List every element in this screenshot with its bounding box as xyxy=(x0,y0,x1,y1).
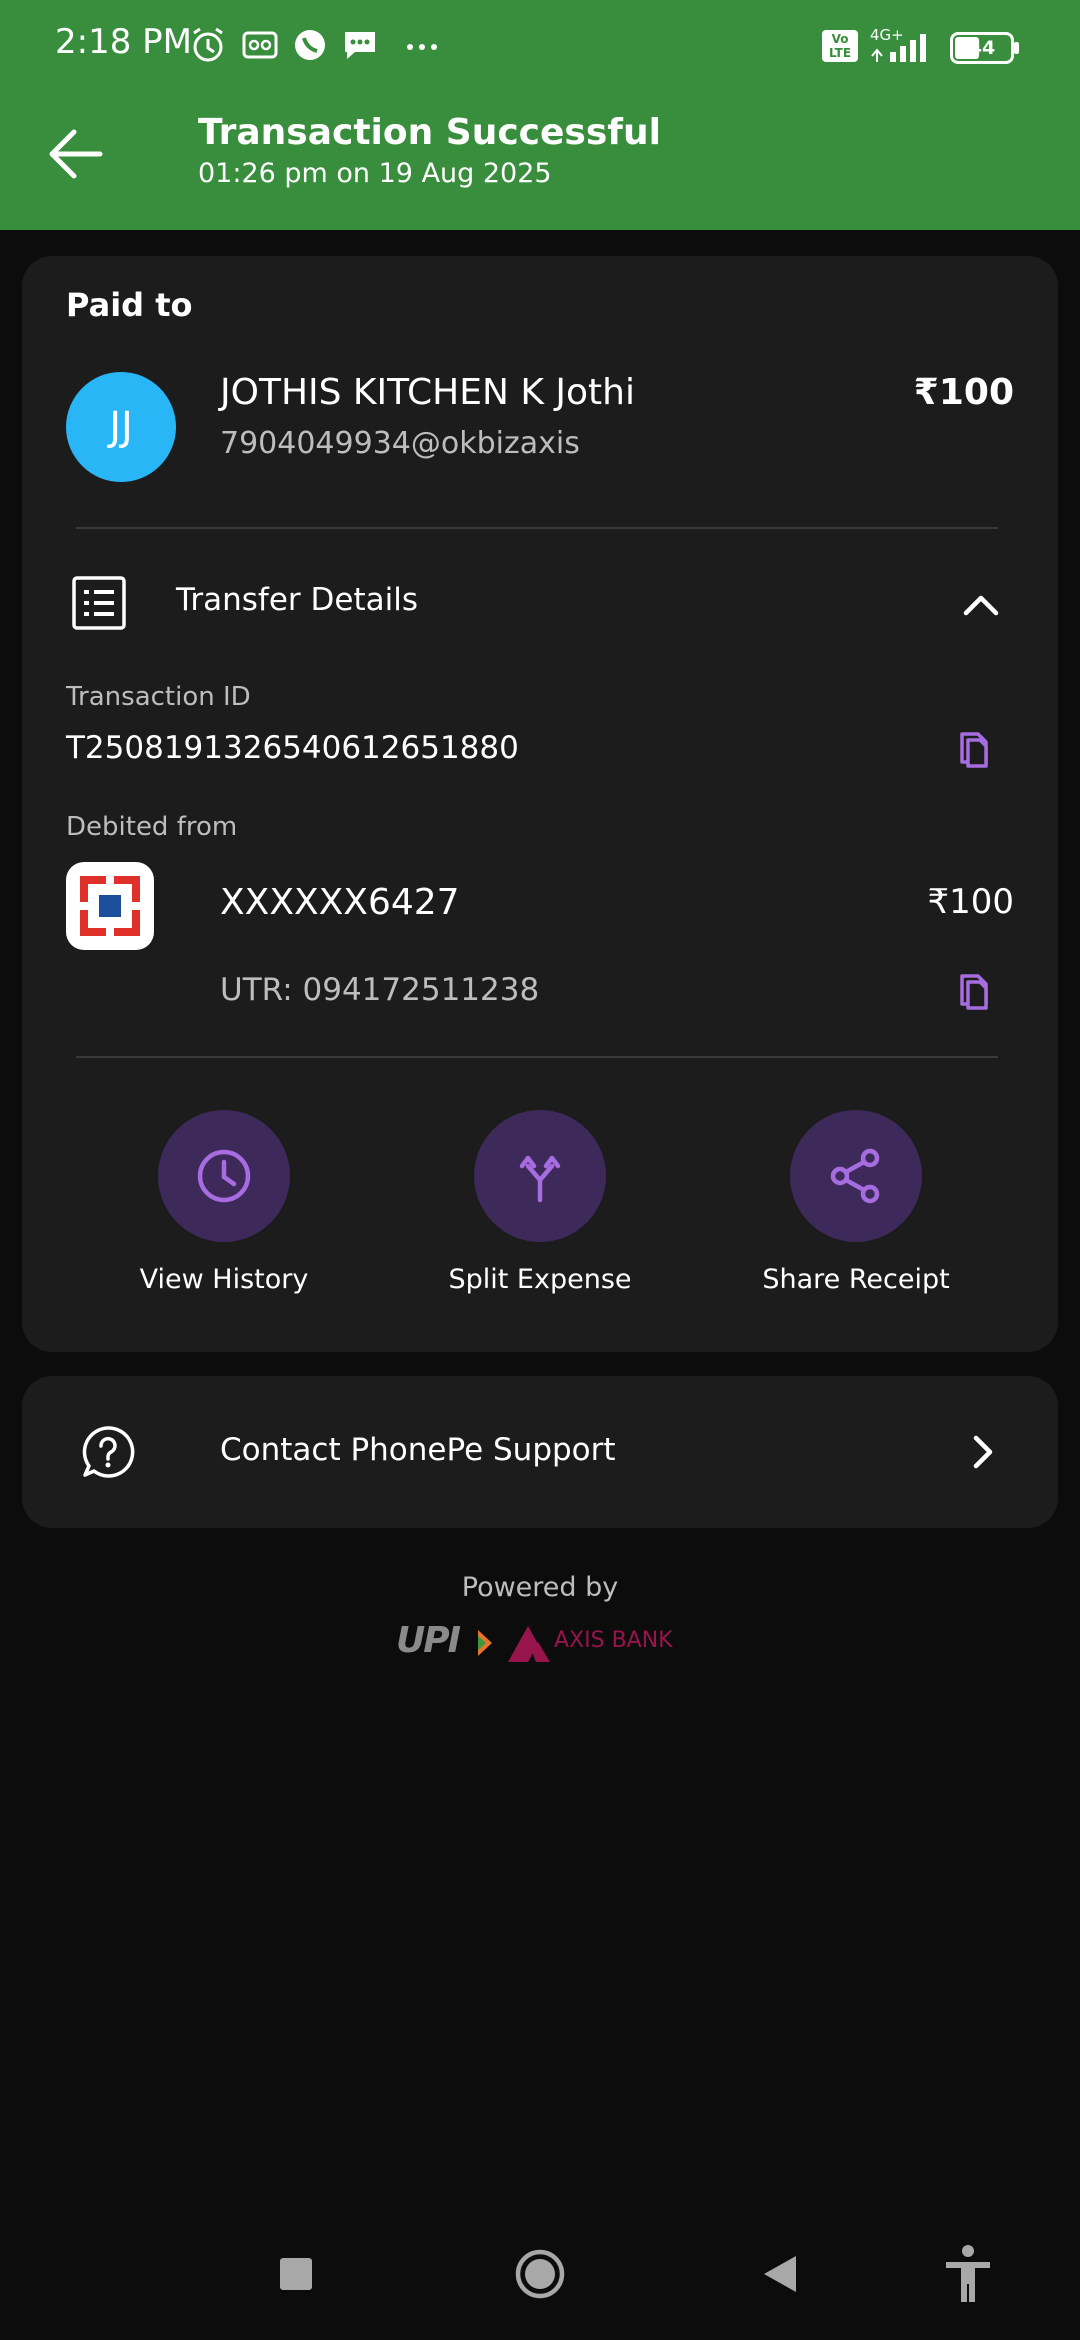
recent-apps-button[interactable] xyxy=(280,2258,312,2290)
payee-upi-id: 7904049934@okbizaxis xyxy=(220,426,580,461)
divider xyxy=(76,527,998,529)
copy-utr-icon[interactable] xyxy=(952,970,996,1014)
axis-bank-logo: AXIS BANK xyxy=(554,1628,673,1653)
transfer-details-title[interactable]: Transfer Details xyxy=(176,582,418,618)
avatar: JJ xyxy=(66,372,176,482)
divider xyxy=(76,1056,998,1058)
accessibility-icon[interactable] xyxy=(942,2244,994,2304)
upi-arrow-icon xyxy=(478,1630,492,1656)
page-title: Transaction Successful xyxy=(198,112,661,153)
powered-by-label: Powered by xyxy=(461,1572,619,1603)
paid-amount: ₹100 xyxy=(913,372,1014,413)
alarm-icon xyxy=(193,27,223,62)
split-icon xyxy=(519,1155,561,1203)
whatsapp-icon xyxy=(295,30,325,60)
chevron-right-icon[interactable] xyxy=(962,1432,1002,1472)
signal-icon xyxy=(871,34,926,62)
copy-transaction-id-icon[interactable] xyxy=(952,728,996,772)
axis-bank-icon xyxy=(508,1626,550,1662)
voicemail-icon xyxy=(242,31,278,59)
transaction-timestamp: 01:26 pm on 19 Aug 2025 xyxy=(198,158,552,189)
transaction-id: T2508191326540612651880 xyxy=(66,730,519,766)
debited-amount: ₹100 xyxy=(927,882,1014,922)
share-icon xyxy=(830,1148,880,1204)
view-history-label[interactable]: View History xyxy=(104,1264,344,1295)
receipt-list-icon xyxy=(72,576,126,630)
partner-logos: UPI AXIS BANK xyxy=(390,1620,690,1668)
debited-from-label: Debited from xyxy=(66,812,238,842)
battery-tip xyxy=(1014,42,1019,54)
back-button[interactable] xyxy=(40,118,112,190)
hdfc-bank-logo xyxy=(66,862,154,950)
payee-name: JOTHIS KITCHEN K Jothi xyxy=(220,372,635,413)
volte-icon: Vo LTE xyxy=(822,30,858,62)
transaction-id-label: Transaction ID xyxy=(66,682,251,712)
split-expense-label[interactable]: Split Expense xyxy=(420,1264,660,1295)
share-receipt-label[interactable]: Share Receipt xyxy=(736,1264,976,1295)
view-history-button[interactable] xyxy=(158,1110,290,1242)
upi-logo: UPI xyxy=(396,1620,461,1661)
status-time: 2:18 PM xyxy=(55,22,192,62)
battery-icon: 44 xyxy=(950,32,1014,64)
utr-number: UTR: 094172511238 xyxy=(220,972,540,1008)
contact-support-label[interactable]: Contact PhonePe Support xyxy=(220,1432,616,1468)
share-receipt-button[interactable] xyxy=(790,1110,922,1242)
chevron-up-icon[interactable] xyxy=(956,580,1006,630)
clock-icon xyxy=(197,1149,251,1203)
paid-to-label: Paid to xyxy=(66,286,193,324)
message-icon xyxy=(345,32,375,59)
help-icon xyxy=(82,1426,135,1478)
more-notifications-icon xyxy=(407,44,437,50)
debited-account-number: XXXXXX6427 xyxy=(220,882,460,923)
home-button[interactable] xyxy=(514,2248,566,2300)
split-expense-button[interactable] xyxy=(474,1110,606,1242)
back-nav-button[interactable] xyxy=(762,2254,798,2294)
battery-level: 44 xyxy=(968,37,996,59)
